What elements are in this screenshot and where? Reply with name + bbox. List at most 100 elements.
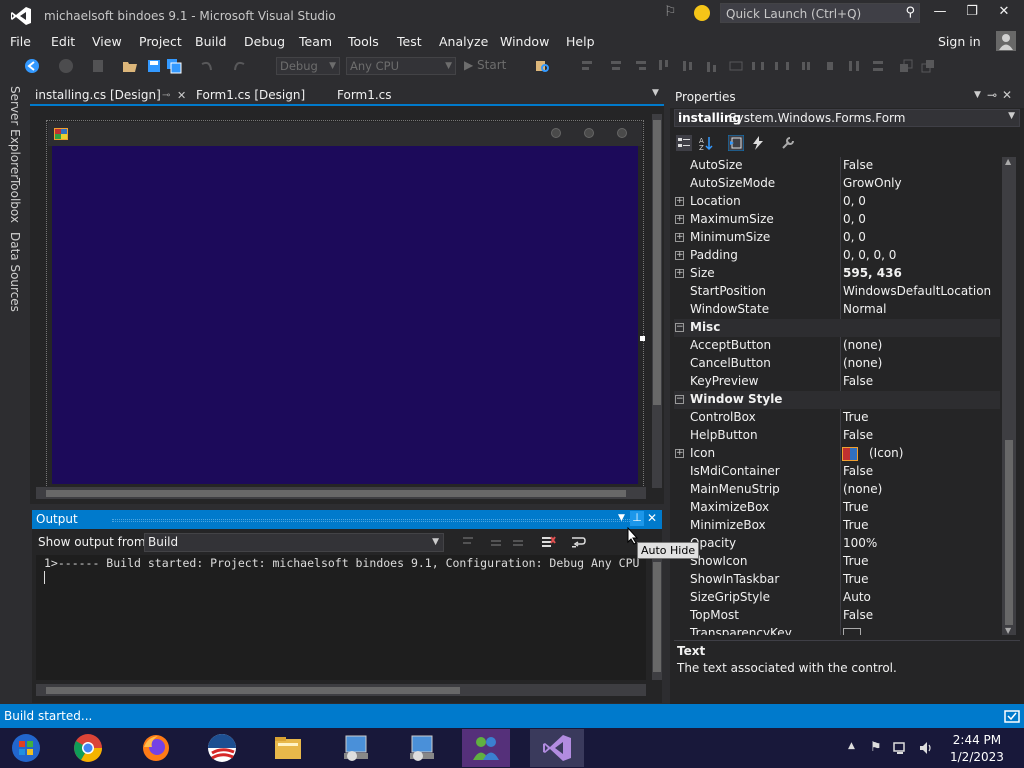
property-value[interactable]: False (843, 608, 873, 622)
menu-help[interactable]: Help (566, 34, 595, 49)
property-row[interactable]: StartPosition WindowsDefaultLocation (674, 283, 1000, 301)
property-value[interactable]: (none) (843, 338, 882, 352)
send-to-back-icon[interactable] (920, 58, 936, 74)
tab-installing-design[interactable]: installing.cs [Design] ⊸ ✕ (30, 86, 192, 106)
collapse-icon[interactable]: − (675, 323, 684, 332)
decrease-spacing-icon[interactable] (798, 58, 814, 74)
object-selector[interactable]: installing System.Windows.Forms.Form ▼ (674, 109, 1020, 127)
horizontal-spacing-icon[interactable] (750, 58, 766, 74)
expand-icon[interactable]: + (675, 251, 684, 260)
property-value[interactable]: True (843, 572, 869, 586)
auto-hide-pin-icon[interactable]: ⊥ (630, 511, 644, 526)
solution-configuration-select[interactable]: Debug ▼ (276, 57, 340, 75)
align-bottoms-icon[interactable] (704, 58, 720, 74)
window-position-chevron-icon[interactable]: ▼ (618, 513, 625, 523)
form-resize-handle[interactable] (640, 336, 645, 341)
menu-file[interactable]: File (10, 34, 31, 49)
minimize-button[interactable]: — (924, 4, 956, 24)
events-lightning-icon[interactable] (750, 135, 766, 151)
property-row[interactable]: AcceptButton (none) (674, 337, 1000, 355)
pin-tab-icon[interactable]: ⊸ (162, 86, 170, 105)
property-row[interactable]: + Location 0, 0 (674, 193, 1000, 211)
make-same-size-icon[interactable] (728, 58, 744, 74)
property-row[interactable]: Opacity 100% (674, 535, 1000, 553)
previous-message-icon[interactable] (488, 534, 504, 550)
property-row[interactable]: WindowState Normal (674, 301, 1000, 319)
file-explorer-icon[interactable] (272, 733, 304, 763)
show-hidden-icons-chevron-icon[interactable]: ▲ (848, 741, 855, 751)
property-row[interactable]: MinimizeBox True (674, 517, 1000, 535)
go-to-message-icon[interactable] (460, 534, 476, 550)
navigate-forward-icon[interactable] (58, 58, 74, 74)
expand-icon[interactable]: + (675, 233, 684, 242)
solution-platform-select[interactable]: Any CPU ▼ (346, 57, 456, 75)
tab-form1-cs[interactable]: Form1.cs (332, 86, 422, 106)
center-vertically-icon[interactable] (870, 58, 886, 74)
property-row[interactable]: MaximizeBox True (674, 499, 1000, 517)
output-horizontal-scroll-thumb[interactable] (46, 687, 460, 694)
side-tab-data-sources[interactable]: Data Sources (8, 232, 22, 312)
property-value[interactable]: (none) (843, 482, 882, 496)
tab-form1-design[interactable]: Form1.cs [Design] (191, 86, 326, 106)
close-tab-icon[interactable]: ✕ (177, 86, 186, 105)
action-center-flag-icon[interactable]: ⚑ (870, 740, 882, 755)
property-value[interactable]: False (843, 158, 873, 172)
property-value[interactable]: 0, 0 (843, 212, 866, 226)
property-value[interactable]: True (843, 518, 869, 532)
properties-view-icon[interactable] (728, 135, 744, 151)
property-value[interactable]: 0, 0, 0, 0 (843, 248, 896, 262)
property-row[interactable]: SizeGripStyle Auto (674, 589, 1000, 607)
designer-horizontal-scroll-thumb[interactable] (46, 490, 626, 497)
undo-icon[interactable] (198, 58, 214, 74)
menu-analyze[interactable]: Analyze (439, 34, 488, 49)
property-value[interactable]: (Icon) (869, 446, 903, 460)
close-button[interactable]: ✕ (988, 4, 1020, 24)
property-value[interactable]: 0, 0 (843, 194, 866, 208)
categorized-icon[interactable] (676, 135, 692, 151)
pin-icon[interactable]: ⊸ (987, 88, 997, 102)
expand-icon[interactable]: + (675, 449, 684, 458)
property-value[interactable]: Auto (843, 590, 871, 604)
notifications-icon[interactable] (1004, 708, 1020, 724)
output-text-area[interactable] (36, 555, 646, 680)
menu-build[interactable]: Build (195, 34, 226, 49)
property-value[interactable]: False (843, 374, 873, 388)
output-source-select[interactable]: Build ▼ (144, 533, 444, 552)
toggle-word-wrap-icon[interactable] (570, 534, 586, 550)
property-value[interactable]: 0, 0 (843, 230, 866, 244)
align-rights-icon[interactable] (632, 58, 648, 74)
send-feedback-smiley-icon[interactable] (694, 5, 710, 21)
save-icon[interactable] (146, 58, 162, 74)
clear-all-icon[interactable] (540, 534, 556, 550)
center-horizontally-icon[interactable] (846, 58, 862, 74)
property-row[interactable]: AutoSizeMode GrowOnly (674, 175, 1000, 193)
side-tab-server-explorer[interactable]: Server Explorer (8, 86, 22, 179)
maximize-button[interactable]: ❐ (956, 4, 988, 24)
property-grid-scroll-thumb[interactable] (1005, 440, 1013, 625)
align-tops-icon[interactable] (656, 58, 672, 74)
property-value[interactable]: True (843, 500, 869, 514)
align-middles-icon[interactable] (680, 58, 696, 74)
expand-icon[interactable]: + (675, 215, 684, 224)
menu-view[interactable]: View (92, 34, 122, 49)
chrome-icon[interactable] (72, 733, 104, 763)
avatar[interactable] (996, 31, 1016, 51)
menu-debug[interactable]: Debug (244, 34, 285, 49)
property-row[interactable]: + MinimumSize 0, 0 (674, 229, 1000, 247)
property-value[interactable]: 100% (843, 536, 877, 550)
property-value[interactable]: GrowOnly (843, 176, 902, 190)
align-lefts-icon[interactable] (580, 58, 596, 74)
remove-spacing-icon[interactable] (822, 58, 838, 74)
close-output-icon[interactable]: ✕ (647, 511, 657, 525)
output-vertical-scroll-thumb[interactable] (653, 562, 661, 672)
redo-icon[interactable] (232, 58, 248, 74)
property-row[interactable]: ControlBox True (674, 409, 1000, 427)
property-value[interactable]: WindowsDefaultLocation (843, 284, 991, 298)
property-value[interactable]: False (843, 464, 873, 478)
open-file-icon[interactable] (122, 58, 138, 74)
property-row[interactable]: HelpButton False (674, 427, 1000, 445)
menu-test[interactable]: Test (397, 34, 422, 49)
visual-studio-taskbar-icon[interactable] (541, 733, 573, 763)
property-value[interactable]: 595, 436 (843, 266, 902, 280)
quick-launch-input[interactable]: Quick Launch (Ctrl+Q) ⚲ (720, 3, 920, 23)
